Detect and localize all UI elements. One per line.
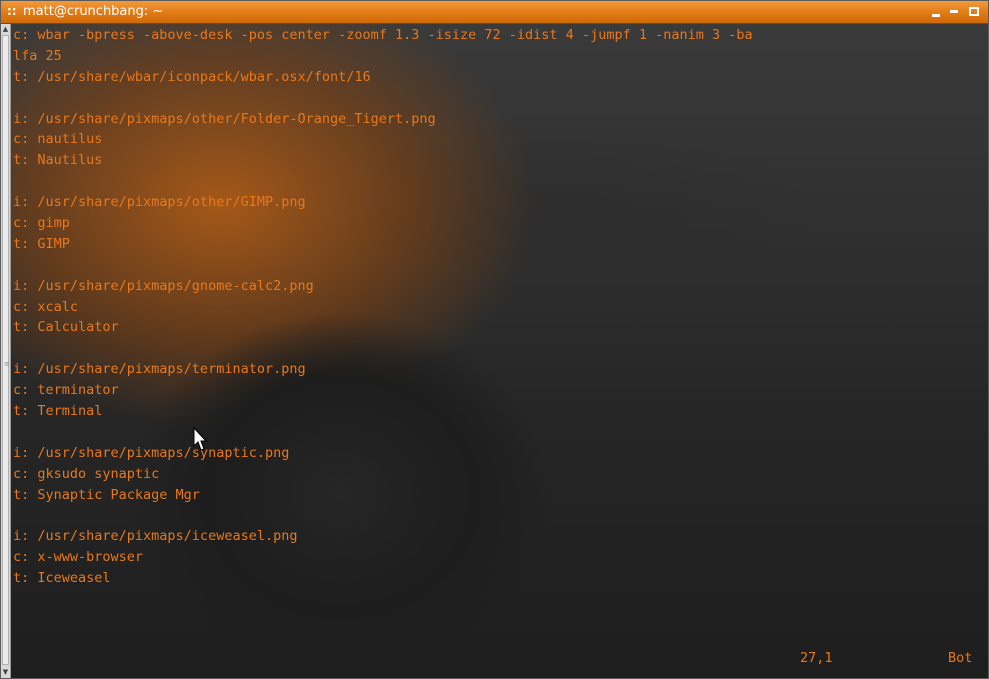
terminal-line: t: Iceweasel	[13, 570, 111, 587]
terminal-line: i: /usr/share/pixmaps/gnome-calc2.png	[13, 277, 314, 294]
restore-icon	[950, 10, 958, 13]
maximize-button[interactable]	[947, 4, 961, 20]
terminal-line: lfa 25	[13, 47, 62, 64]
window-title: matt@crunchbang: ~	[23, 4, 164, 19]
scroll-position: Bot	[948, 650, 973, 666]
terminal-line: c: xcalc	[13, 298, 79, 315]
titlebar[interactable]: :: matt@crunchbang: ~	[1, 1, 988, 24]
terminal-line: t: Terminal	[13, 403, 103, 420]
terminal-line: c: nautilus	[13, 131, 103, 148]
close-icon	[969, 7, 979, 16]
window-menu-icon[interactable]: ::	[7, 1, 19, 23]
cursor-position: 27,1	[800, 650, 833, 666]
terminal-line: t: /usr/share/wbar/iconpack/wbar.osx/fon…	[13, 68, 371, 85]
terminal-line: c: x-www-browser	[13, 549, 144, 566]
mouse-pointer-icon	[193, 427, 208, 451]
terminal-line: i: /usr/share/pixmaps/terminator.png	[13, 361, 306, 378]
terminal-line: c: terminator	[13, 382, 119, 399]
terminal-line: c: gimp	[13, 215, 70, 232]
minimize-icon	[932, 14, 940, 17]
vim-statusline: 27,1 Bot	[13, 648, 988, 669]
scroll-down-arrow-icon[interactable]: ▼	[1, 667, 10, 677]
terminal-line: i: /usr/share/pixmaps/iceweasel.png	[13, 528, 298, 545]
terminal-line: t: Calculator	[13, 319, 119, 336]
terminal-line: i: /usr/share/pixmaps/synaptic.png	[13, 444, 290, 461]
terminal-line: t: Synaptic Package Mgr	[13, 486, 200, 503]
scrollbar[interactable]: ▲ ≡ ▼	[1, 24, 11, 678]
terminal-line: i: /usr/share/pixmaps/other/GIMP.png	[13, 194, 306, 211]
close-button[interactable]	[967, 4, 981, 20]
minimize-button[interactable]	[929, 4, 943, 20]
scrollbar-thumb[interactable]: ≡	[2, 35, 10, 665]
terminal-window: :: matt@crunchbang: ~ ▲ ≡ ▼ c: wbar -bpr…	[0, 0, 989, 679]
terminal-line: t: GIMP	[13, 235, 70, 252]
terminal-line: i: /usr/share/pixmaps/other/Folder-Orang…	[13, 110, 436, 127]
grip-icon: ≡	[4, 360, 10, 368]
terminal-line: c: wbar -bpress -above-desk -pos center …	[13, 27, 753, 43]
terminal-line: t: Nautilus	[13, 152, 103, 169]
terminal-text: c: wbar -bpress -above-desk -pos center …	[13, 25, 988, 589]
scroll-up-arrow-icon[interactable]: ▲	[1, 24, 10, 34]
terminal-area[interactable]: ▲ ≡ ▼ c: wbar -bpress -above-desk -pos c…	[1, 24, 988, 678]
terminal-line: c: gksudo synaptic	[13, 465, 160, 482]
